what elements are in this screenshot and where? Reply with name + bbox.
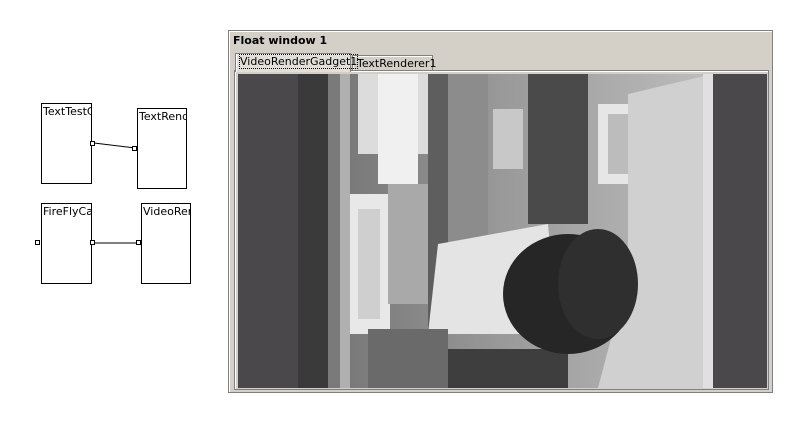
input-port[interactable] <box>136 240 141 245</box>
camera-image <box>298 74 713 388</box>
video-viewport <box>238 74 767 388</box>
input-port[interactable] <box>35 240 40 245</box>
node-texttest[interactable]: TextTestC <box>41 103 92 184</box>
video-frame <box>298 74 713 388</box>
node-graph-canvas[interactable]: TextTestC TextRend FireFlyCap VideoRen <box>0 0 225 429</box>
input-port[interactable] <box>132 146 137 151</box>
tab-label: VideoRenderGadget1 <box>238 54 359 69</box>
node-videoren[interactable]: VideoRen <box>141 203 191 284</box>
node-title: VideoRen <box>143 205 190 218</box>
tab-videorendergadget1[interactable]: VideoRenderGadget1 <box>235 53 359 72</box>
tab-panel <box>234 70 769 390</box>
node-title: TextRend <box>139 110 186 123</box>
connection-texttest-to-textrend <box>93 142 136 149</box>
output-port[interactable] <box>90 240 95 245</box>
tab-label: TextRenderer1 <box>357 57 437 70</box>
window-title: Float window 1 <box>233 34 328 47</box>
node-textrend[interactable]: TextRend <box>137 108 187 189</box>
output-port[interactable] <box>90 141 95 146</box>
node-title: TextTestC <box>43 105 91 118</box>
graph-connections <box>93 142 143 244</box>
node-fireflycap[interactable]: FireFlyCap <box>41 203 92 284</box>
float-window[interactable]: Float window 1 VideoRenderGadget1 TextRe… <box>228 30 773 393</box>
node-title: FireFlyCap <box>43 205 91 218</box>
